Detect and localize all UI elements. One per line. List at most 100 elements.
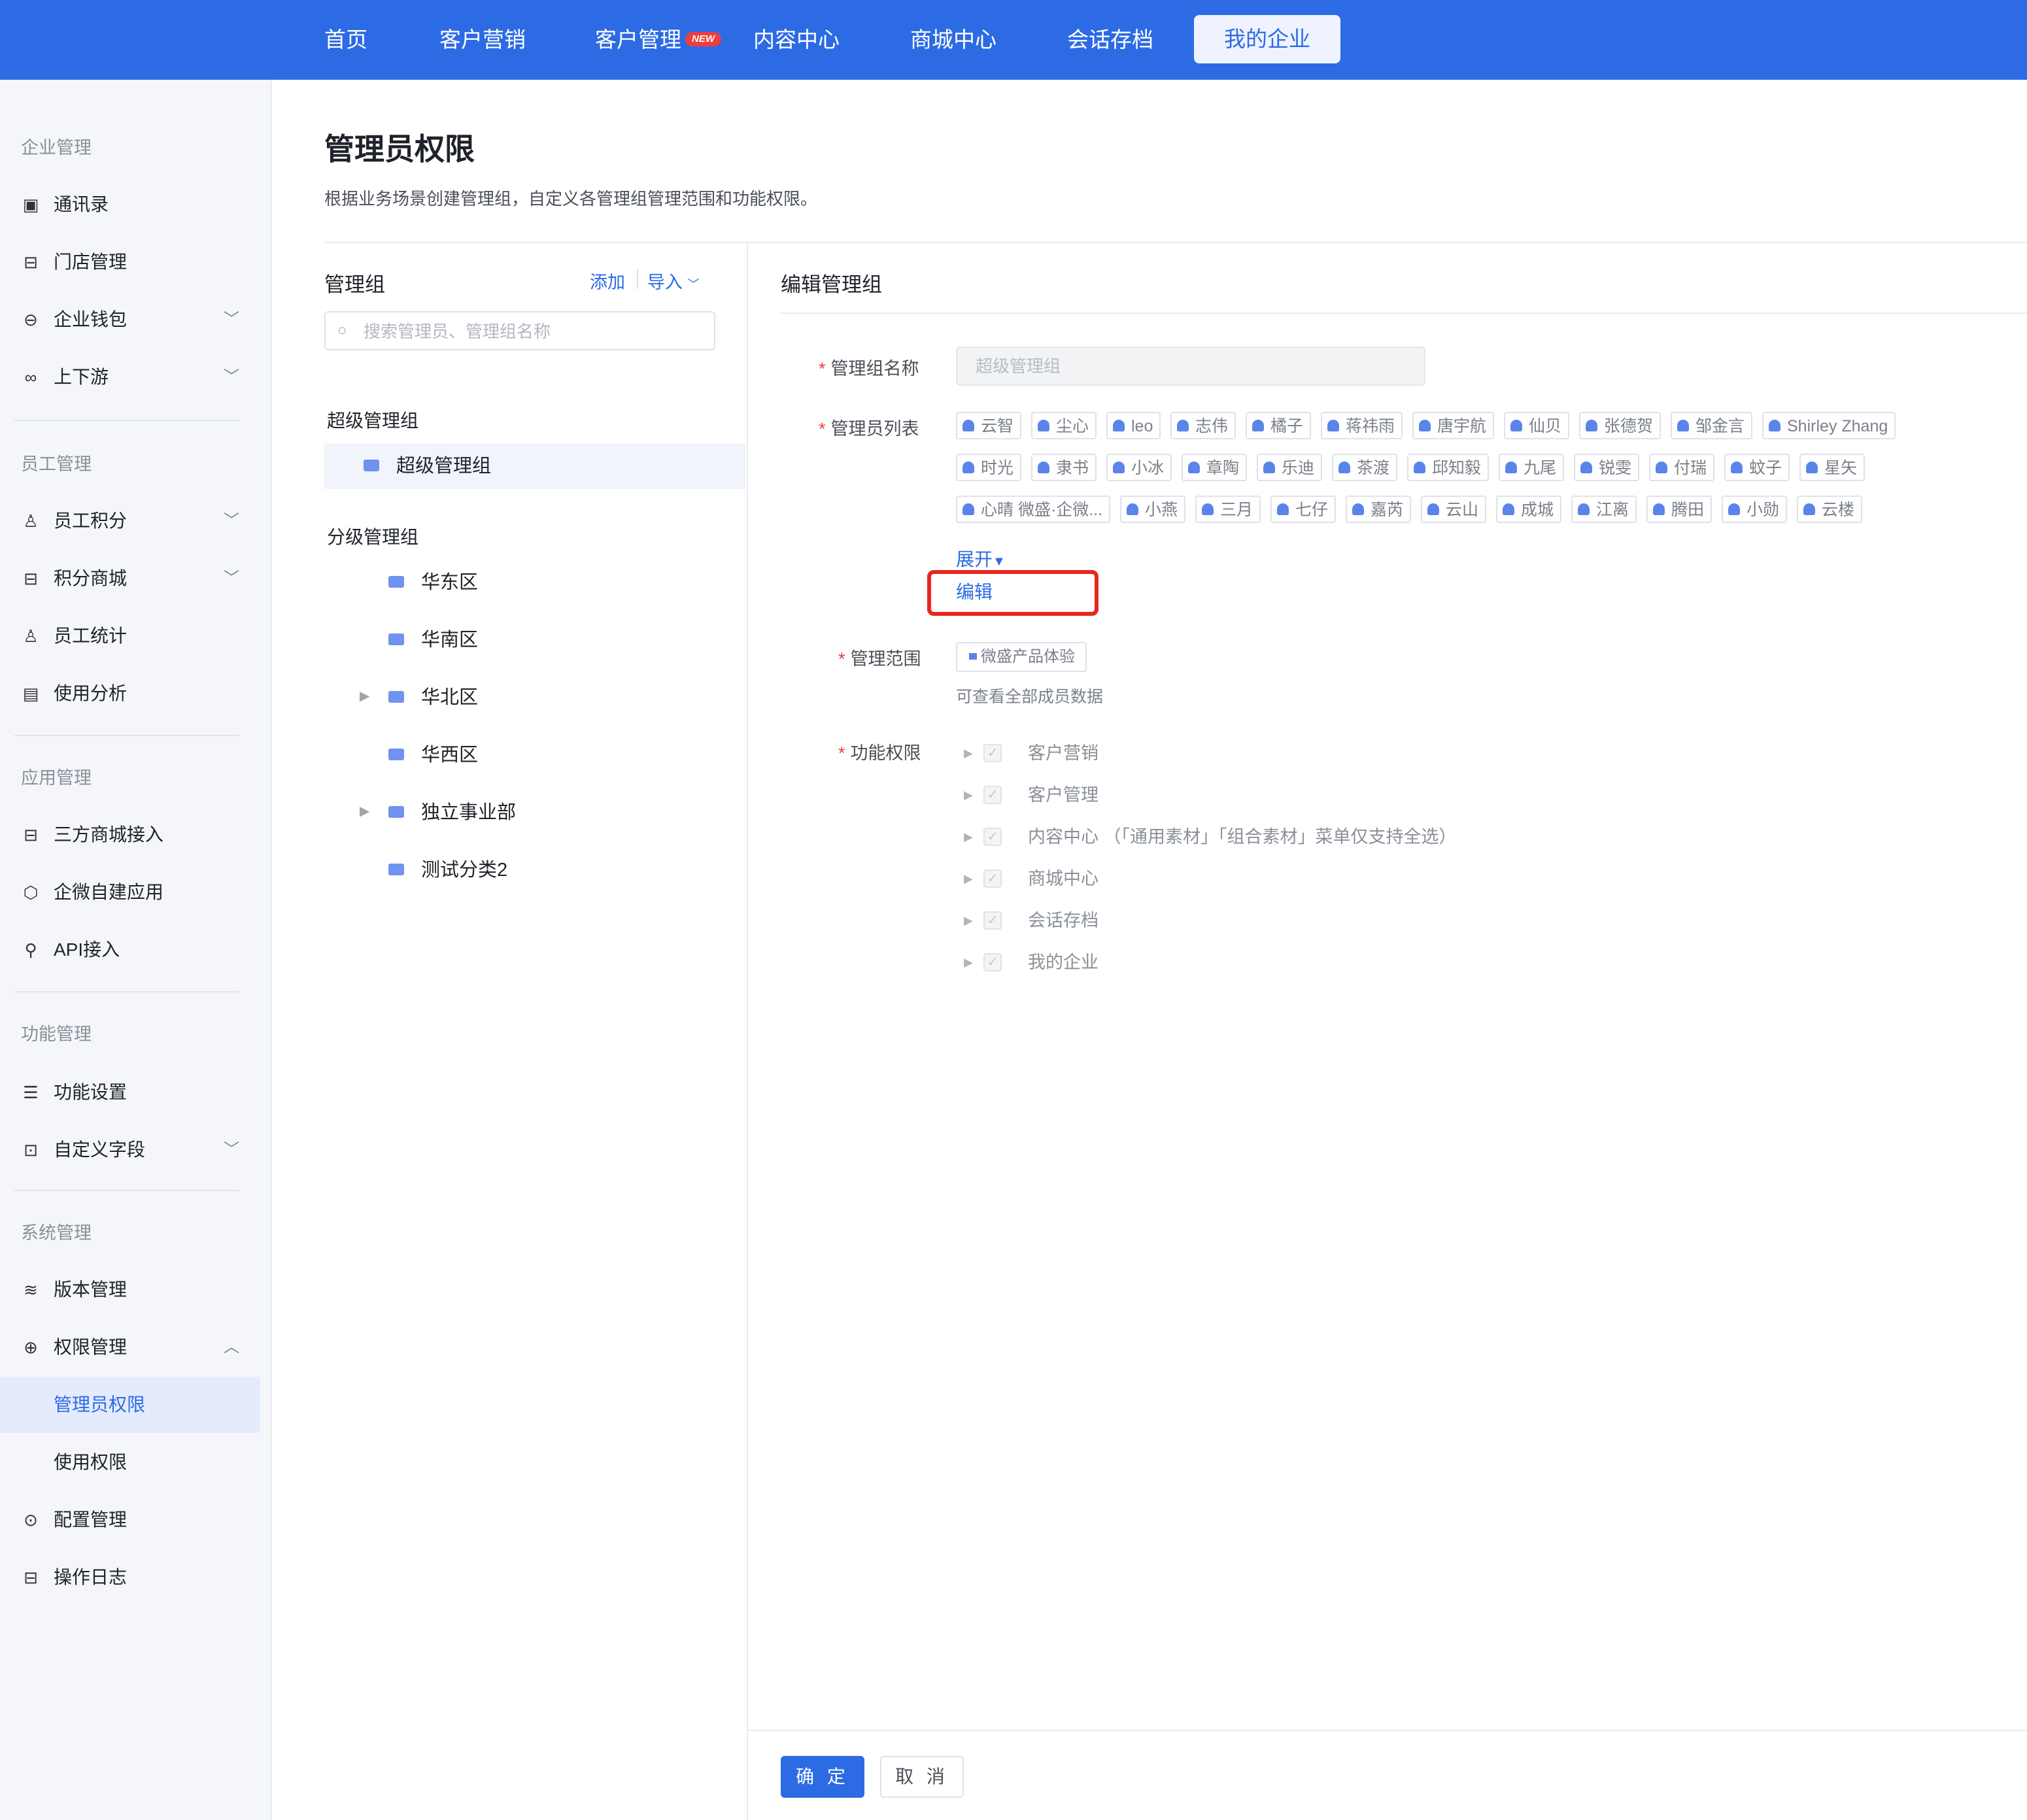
sidebar-category: 功能管理	[21, 1024, 92, 1044]
log-icon: ⊟	[24, 1568, 38, 1587]
tree-node[interactable]: 华南区	[388, 617, 478, 663]
sidebar-item-operation-log[interactable]: ⊟ 操作日志	[0, 1549, 260, 1606]
nav-home[interactable]: 首页	[324, 0, 367, 80]
highlight-box	[927, 570, 1099, 616]
sidebar-item-employee-points[interactable]: ♙ 员工积分 ﹀	[0, 493, 260, 549]
checkbox[interactable]: ✓	[983, 869, 1002, 888]
tree-node-label: 测试分类2	[421, 860, 508, 881]
user-icon	[1505, 462, 1517, 474]
caret-right-icon[interactable]: ▶	[964, 782, 973, 808]
admin-tag-label: 邹金言	[1695, 417, 1745, 435]
sidebar-item-label: 通讯录	[54, 194, 109, 214]
caret-right-icon[interactable]: ▶	[964, 907, 973, 934]
sidebar-item-up-downstream[interactable]: ∞ 上下游 ﹀	[0, 349, 260, 405]
admin-tag: 成城	[1496, 496, 1562, 523]
admin-tag-label: 茶渡	[1357, 459, 1390, 477]
scope-tag: 微盛产品体验	[956, 642, 1087, 672]
user-icon	[1503, 503, 1514, 516]
tree-node[interactable]: 测试分类2	[388, 847, 507, 893]
sidebar-item-third-party-mall[interactable]: ⊟ 三方商城接入	[0, 807, 260, 863]
chevron-down-icon: ﹀	[224, 311, 239, 328]
checkbox[interactable]: ✓	[983, 911, 1002, 930]
admin-tag: Shirley Zhang	[1762, 412, 1896, 439]
sidebar-item-version[interactable]: ≋ 版本管理	[0, 1262, 260, 1318]
user-icon	[1414, 462, 1425, 474]
caret-right-icon[interactable]: ▶	[964, 949, 973, 975]
tree-node[interactable]: 华北区	[388, 675, 478, 720]
caret-right-icon[interactable]: ▶	[964, 824, 973, 850]
nav-customer-marketing[interactable]: 客户营销	[439, 0, 526, 80]
required-mark: *	[838, 743, 845, 763]
expand-link[interactable]: 展开▼	[956, 545, 1006, 571]
sidebar-category: 企业管理	[21, 138, 92, 158]
nav-customer-management[interactable]: 客户管理 NEW	[595, 0, 721, 80]
page-title: 管理员权限	[324, 132, 475, 166]
nav-mall-center[interactable]: 商城中心	[910, 0, 996, 80]
confirm-button[interactable]: 确 定	[781, 1756, 864, 1798]
sidebar: 企业管理 ▣ 通讯录 ⊟ 门店管理 ⊖ 企业钱包 ﹀ ∞ 上下游 ﹀ 员工管理 ♙ 员工积分 ﹀…	[0, 80, 272, 1820]
admin-tag-label: 付瑞	[1674, 459, 1707, 477]
user-icon	[1728, 503, 1740, 516]
tree-node-super-group[interactable]: 超级管理组	[324, 443, 745, 489]
sidebar-item-label: 配置管理	[54, 1509, 128, 1530]
folder-icon	[388, 691, 404, 703]
checkbox[interactable]: ✓	[983, 953, 1002, 971]
sidebar-item-config[interactable]: ⊙ 配置管理	[0, 1492, 260, 1548]
user-icon	[1578, 503, 1590, 516]
tree-node[interactable]: 独立事业部	[388, 790, 516, 835]
admin-tag: 七仔	[1270, 496, 1337, 523]
admin-list-label-text: 管理员列表	[830, 419, 919, 439]
admin-tag-label: 张德贺	[1604, 417, 1654, 435]
cancel-button[interactable]: 取 消	[880, 1756, 964, 1798]
nav-session-archive[interactable]: 会话存档	[1067, 0, 1153, 80]
nav-my-enterprise[interactable]: 我的企业	[1194, 15, 1340, 63]
user-icon	[1263, 462, 1275, 474]
sidebar-item-usage-analysis[interactable]: ▤ 使用分析	[0, 666, 260, 722]
caret-right-icon[interactable]: ▶	[360, 688, 369, 704]
folder-icon	[388, 806, 404, 818]
tree-node-label: 华东区	[421, 572, 479, 593]
sidebar-item-admin-permissions[interactable]: 管理员权限	[0, 1377, 260, 1433]
sidebar-item-api[interactable]: ⚲ API接入	[0, 922, 260, 978]
tree-node[interactable]: 华东区	[388, 560, 478, 605]
tree-node[interactable]: 华西区	[388, 732, 478, 778]
admin-tag-label: 章陶	[1206, 459, 1240, 477]
api-icon: ⚲	[24, 940, 37, 960]
sidebar-item-contacts[interactable]: ▣ 通讯录	[0, 177, 260, 233]
caret-right-icon[interactable]: ▶	[360, 803, 369, 819]
sidebar-item-permissions[interactable]: ⊕ 权限管理 ︿	[0, 1319, 260, 1375]
sidebar-item-label: 门店管理	[54, 252, 128, 272]
sidebar-item-custom-fields[interactable]: ⊡ 自定义字段 ﹀	[0, 1122, 260, 1178]
import-label: 导入	[647, 273, 683, 292]
caret-right-icon[interactable]: ▶	[964, 866, 973, 892]
admin-tag: 小勋	[1722, 496, 1788, 523]
sidebar-item-custom-app[interactable]: ⬡ 企微自建应用	[0, 864, 260, 920]
group-name-label-text: 管理组名称	[830, 359, 919, 379]
sidebar-item-employee-stats[interactable]: ♙ 员工统计	[0, 608, 260, 664]
admin-tag-label: 嘉芮	[1371, 501, 1404, 519]
lock-icon: ⊕	[24, 1338, 38, 1357]
user-icon	[1731, 462, 1743, 474]
edit-group-panel: 编辑管理组 * 管理组名称 超级管理组 * 管理员列表 云智 尘心 leo 志伟 橘子 蒋祎雨…	[781, 243, 2027, 1820]
report-icon: ▤	[22, 684, 39, 703]
import-dropdown[interactable]: 导入 ﹀	[647, 268, 700, 294]
checkbox[interactable]: ✓	[983, 828, 1002, 846]
shop-connect-icon: ⊟	[24, 825, 38, 845]
sidebar-item-stores[interactable]: ⊟ 门店管理	[0, 234, 260, 290]
caret-right-icon[interactable]: ▶	[964, 740, 973, 766]
add-group-link[interactable]: 添加	[590, 268, 625, 294]
sidebar-item-wallet[interactable]: ⊖ 企业钱包 ﹀	[0, 292, 260, 348]
admin-tag: leo	[1106, 412, 1161, 439]
user-icon	[962, 420, 974, 432]
nav-content-center[interactable]: 内容中心	[753, 0, 840, 80]
edit-admins-link[interactable]: 编辑	[956, 578, 993, 604]
sidebar-item-usage-permissions[interactable]: 使用权限	[0, 1434, 260, 1491]
checkbox[interactable]: ✓	[983, 744, 1002, 762]
checkbox[interactable]: ✓	[983, 786, 1002, 804]
sidebar-item-points-mall[interactable]: ⊟ 积分商城 ﹀	[0, 550, 260, 607]
group-tree-panel: 管理组 添加 导入 ﹀ ○ 超级管理组 超级管理组 分级管理组 华东区 华南区 …	[324, 243, 748, 1820]
admin-tag-label: 三月	[1220, 501, 1253, 519]
sidebar-item-feature-settings[interactable]: ☰ 功能设置	[0, 1064, 260, 1121]
admin-tag-label: 仙贝	[1529, 417, 1562, 435]
search-input[interactable]	[362, 318, 705, 345]
